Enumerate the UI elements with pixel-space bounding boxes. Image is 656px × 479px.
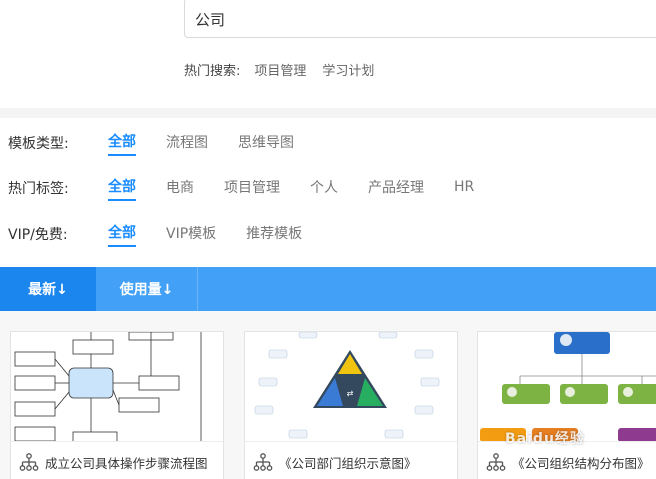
search-input[interactable]: [195, 9, 635, 29]
filter-tag-hr[interactable]: HR: [454, 179, 474, 198]
filter-type-flowchart[interactable]: 流程图: [166, 132, 208, 155]
section-divider: [0, 108, 656, 118]
filter-tag-pm[interactable]: 产品经理: [368, 177, 424, 200]
filter-tags-label: 热门标签:: [8, 181, 69, 197]
svg-text:⇄: ⇄: [347, 389, 354, 398]
card-footer: 成立公司具体操作步骤流程图: [11, 442, 223, 479]
filter-row-vip: VIP/免费: 全部 VIP模板 推荐模板: [8, 221, 332, 247]
filter-vip-vip[interactable]: VIP模板: [166, 223, 216, 246]
filter-vip-label: VIP/免费:: [8, 227, 68, 243]
card-footer: 《公司部门组织示意图》: [245, 442, 457, 479]
template-grid: 成立公司具体操作步骤流程图 ⇄ 《公司部门组织示意图》 《公司组织结构分布图》: [0, 311, 656, 479]
hot-search-link-project[interactable]: 项目管理: [254, 60, 306, 79]
hot-search-link-study[interactable]: 学习计划: [322, 60, 374, 79]
template-title: 《公司组织结构分布图》: [512, 455, 650, 471]
hot-search-label: 热门搜索:: [184, 64, 241, 79]
org-chart-icon: [19, 453, 39, 471]
template-card[interactable]: ⇄ 《公司部门组织示意图》: [244, 331, 458, 479]
sort-latest-button[interactable]: 最新↓: [0, 267, 96, 311]
filter-tag-all[interactable]: 全部: [108, 176, 136, 201]
template-thumbnail-orgchart: [478, 332, 656, 442]
filter-type-label: 模板类型:: [8, 136, 69, 152]
template-title: 成立公司具体操作步骤流程图: [45, 455, 208, 471]
template-thumbnail-triangle: ⇄: [245, 332, 457, 442]
search-section: 热门搜索: 项目管理 学习计划: [0, 0, 656, 108]
template-title: 《公司部门组织示意图》: [279, 455, 417, 471]
filter-row-type: 模板类型: 全部 流程图 思维导图: [8, 130, 324, 156]
template-card[interactable]: 成立公司具体操作步骤流程图: [10, 331, 224, 479]
sort-usage-button[interactable]: 使用量↓: [96, 267, 198, 311]
filter-type-all[interactable]: 全部: [108, 131, 136, 156]
filter-tag-project[interactable]: 项目管理: [224, 177, 280, 200]
template-thumbnail-flowchart: [11, 332, 223, 442]
watermark: Baidu经验: [505, 431, 585, 447]
org-chart-icon: [486, 453, 506, 471]
filter-panel: 模板类型: 全部 流程图 思维导图 热门标签: 全部 电商 项目管理 个人 产品…: [0, 118, 656, 268]
sort-bar: 最新↓ 使用量↓: [0, 267, 656, 311]
filter-type-mindmap[interactable]: 思维导图: [238, 132, 294, 155]
filter-row-tags: 热门标签: 全部 电商 项目管理 个人 产品经理 HR: [8, 175, 504, 201]
filter-tag-ecommerce[interactable]: 电商: [166, 177, 194, 200]
template-card[interactable]: 《公司组织结构分布图》: [477, 331, 656, 479]
org-chart-icon: [253, 453, 273, 471]
hot-search: 热门搜索: 项目管理 学习计划: [184, 60, 390, 79]
search-box[interactable]: [184, 0, 656, 38]
filter-tag-personal[interactable]: 个人: [310, 177, 338, 200]
filter-vip-recommended[interactable]: 推荐模板: [246, 223, 302, 246]
filter-vip-all[interactable]: 全部: [108, 222, 136, 247]
